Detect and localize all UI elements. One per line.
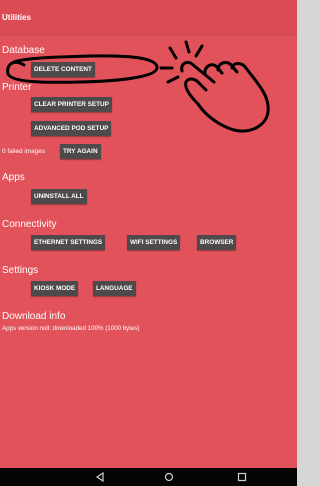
recents-icon[interactable] [236,471,248,483]
printer-section-title: Printer [2,82,32,93]
pointing-hand-icon [159,40,270,133]
home-icon[interactable] [163,471,175,483]
language-button[interactable]: LANGUAGE [93,281,136,296]
ethernet-settings-button[interactable]: ETHERNET SETTINGS [31,235,106,250]
download-info-text: Apps version null: downloaded 100% (1000… [2,325,140,332]
connectivity-section-title: Connectivity [2,219,57,230]
settings-section-title: Settings [2,265,39,276]
page-title: Utilities [2,13,31,22]
download-info-title: Download info [2,311,66,322]
app-bar: Utilities [0,0,297,34]
failed-images-text: 0 failed images [2,148,45,155]
back-icon[interactable] [94,471,106,483]
delete-content-button[interactable]: DELETE CONTENT [31,62,95,77]
clear-printer-setup-button[interactable]: CLEAR PRINTER SETUP [31,97,112,112]
wifi-settings-button[interactable]: WIFI SETTINGS [127,235,181,250]
system-nav-bar [0,468,297,486]
browser-button[interactable]: BROWSER [197,235,237,250]
database-section-title: Database [2,45,45,56]
apps-section-title: Apps [2,172,25,183]
kiosk-mode-button[interactable]: KIOSK MODE [31,281,79,296]
try-again-button[interactable]: TRY AGAIN [60,144,101,159]
utilities-screen: Utilities Database DELETE CONTENT Printe… [0,0,297,468]
advanced-pod-setup-button[interactable]: ADVANCED POD SETUP [31,121,112,136]
uninstall-all-button[interactable]: UNINSTALL ALL [31,189,87,204]
